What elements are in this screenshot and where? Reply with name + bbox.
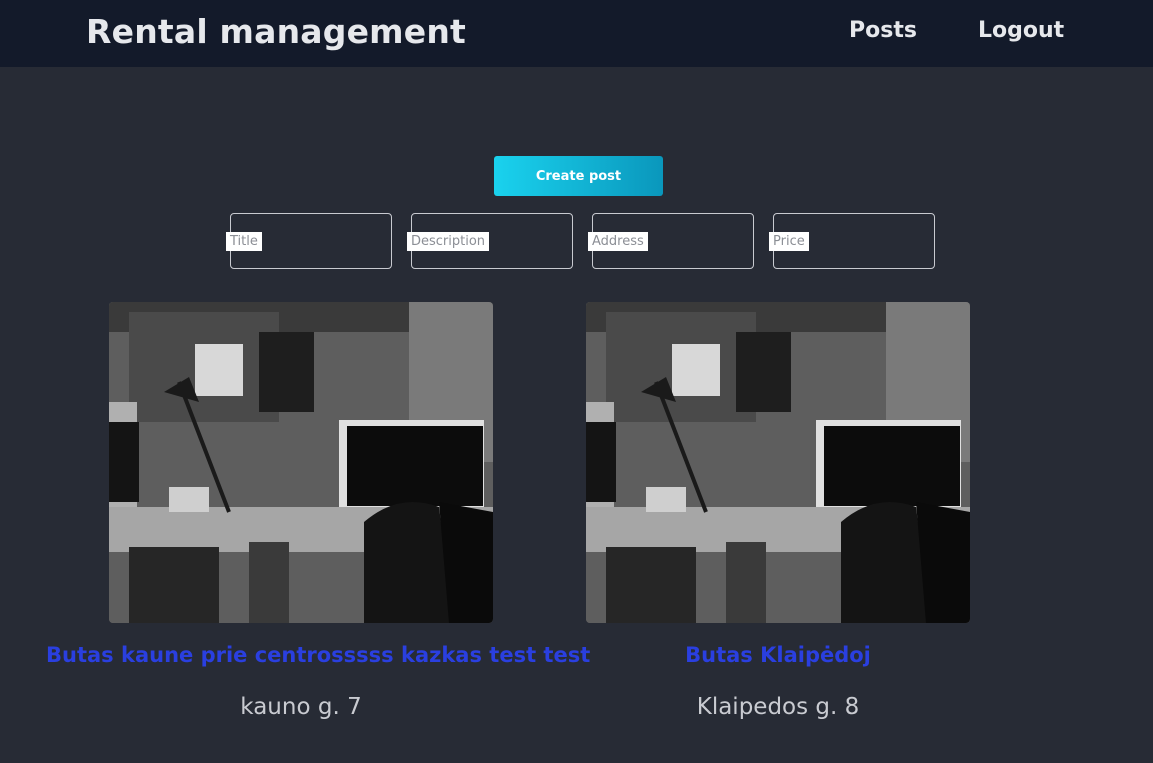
- post-title[interactable]: Butas Klaipėdoj: [523, 643, 1033, 667]
- description-field-label: Description: [407, 232, 490, 251]
- create-post-button[interactable]: Create post: [494, 156, 663, 196]
- price-field-label: Price: [769, 232, 809, 251]
- post-address: Klaipedos g. 8: [696, 694, 860, 720]
- address-field[interactable]: Address: [588, 213, 754, 269]
- office-photo-image: [586, 302, 970, 623]
- nav-link-logout[interactable]: Logout: [978, 18, 1064, 43]
- description-field[interactable]: Description: [407, 213, 573, 269]
- address-field-label: Address: [588, 232, 648, 251]
- office-photo-image: [109, 302, 493, 623]
- price-field[interactable]: Price: [769, 213, 935, 269]
- post-image[interactable]: [586, 302, 970, 623]
- nav-link-posts[interactable]: Posts: [849, 18, 917, 43]
- brand-title[interactable]: Rental management: [86, 12, 466, 51]
- post-image[interactable]: [109, 302, 493, 623]
- post-address: kauno g. 7: [240, 694, 362, 720]
- title-field[interactable]: Title: [226, 213, 392, 269]
- post-title[interactable]: Butas kaune prie centrosssss kazkas test…: [46, 643, 590, 667]
- title-field-label: Title: [226, 232, 262, 251]
- navbar: Rental management Posts Logout: [0, 0, 1153, 67]
